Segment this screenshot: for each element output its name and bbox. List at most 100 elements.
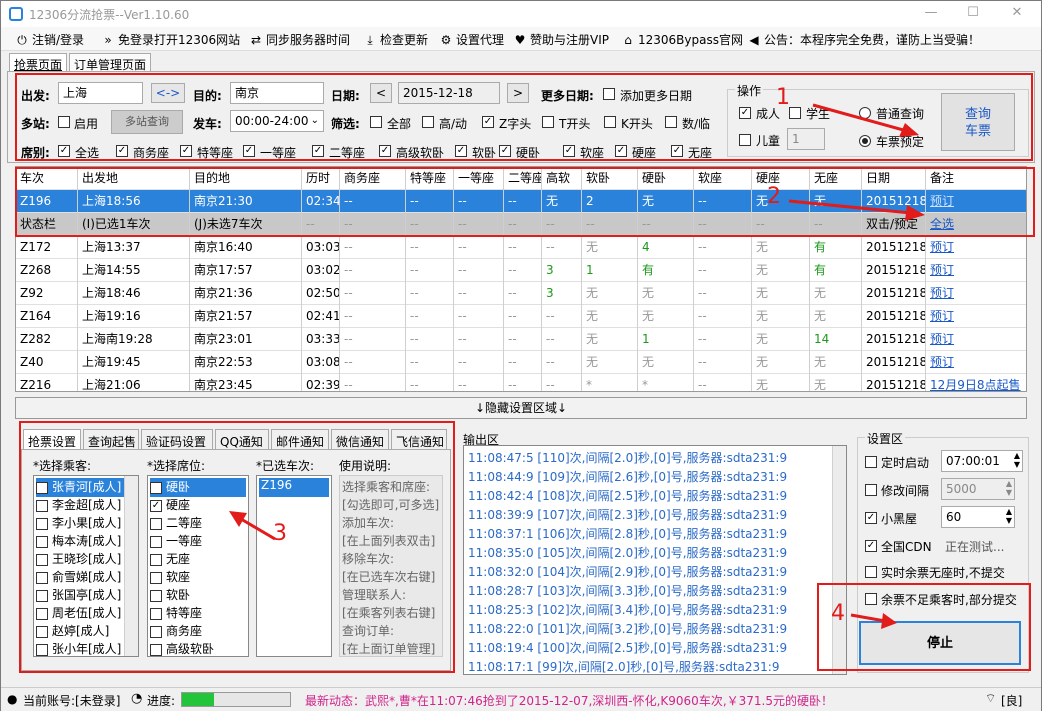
- blackroom-checkbox[interactable]: [865, 512, 877, 524]
- open-site-label: 免登录打开12306网站: [118, 33, 241, 47]
- proxy-menu[interactable]: ⚙ 设置代理: [439, 31, 504, 49]
- table-cell: --: [504, 328, 542, 351]
- settings-tab[interactable]: 抢票设置: [23, 429, 81, 449]
- stepper-icon: ▲ ▼: [1013, 451, 1020, 469]
- seat-type-checkbox[interactable]: [312, 145, 324, 157]
- settings-tab[interactable]: 查询起售: [83, 429, 139, 449]
- seat-type-checkbox[interactable]: [58, 145, 70, 157]
- sync-time-menu[interactable]: ⇄ 同步服务器时间: [249, 31, 350, 49]
- table-row[interactable]: Z216 上海21:06 南京23:45 02:39 -- -- -- -- -- * * -- 无无 2…: [16, 374, 1026, 391]
- filter-checkbox[interactable]: [542, 116, 554, 128]
- log-line: 11:08:47:5 [110]次,间隔[2.0]秒,[0]号,服务器:sdta…: [468, 451, 788, 465]
- wifi-icon: ⌔: [985, 691, 997, 705]
- settings-tab[interactable]: 微信通知: [331, 429, 389, 449]
- book-link[interactable]: 预订: [926, 305, 1026, 328]
- table-cell: 无: [752, 328, 810, 351]
- table-row[interactable]: Z172 上海13:37 南京16:40 03:03 -- -- -- -- -- 无 4 -- 无有 2…: [16, 236, 1026, 259]
- seat-type-checkbox[interactable]: [180, 145, 192, 157]
- table-row[interactable]: Z164 上海19:16 南京21:57 02:41 -- -- -- -- -- 无无 -- 无无 2…: [16, 305, 1026, 328]
- table-cell: 20151218: [862, 305, 926, 328]
- filter-checkbox[interactable]: [422, 116, 434, 128]
- table-cell: --: [504, 374, 542, 391]
- menu-bar: ⏻ 注销/登录 » 免登录打开12306网站 ⇄ 同步服务器时间 ⤓ 检查更新 ⚙ 设置代…: [1, 27, 1041, 51]
- table-cell: 无: [582, 351, 638, 374]
- sync-time-label: 同步服务器时间: [266, 33, 351, 47]
- hide-settings-toggle[interactable]: ↓隐藏设置区域↓: [15, 397, 1027, 419]
- book-link[interactable]: 12月9日8点起售: [926, 374, 1026, 391]
- seat-type-checkbox[interactable]: [116, 145, 128, 157]
- megaphone-icon: ◀: [749, 33, 759, 47]
- no-seat-checkbox[interactable]: [865, 566, 877, 578]
- book-link[interactable]: 预订: [926, 282, 1026, 305]
- progress-fill: [182, 693, 215, 706]
- login-menu[interactable]: ⏻ 注销/登录: [15, 31, 84, 49]
- seat-type-label: 全选: [75, 146, 100, 160]
- cdn-label: 全国CDN: [881, 540, 932, 554]
- table-row[interactable]: Z268 上海14:55 南京17:57 03:02 -- -- -- -- 3 1 有 -- 无有 20…: [16, 259, 1026, 282]
- interval-input[interactable]: 5000 ▲ ▼: [941, 478, 1015, 500]
- output-log[interactable]: 11:08:47:5 [110]次,间隔[2.0]秒,[0]号,服务器:sdta…: [463, 445, 847, 675]
- table-cell: 南京17:57: [190, 259, 302, 282]
- seat-type-checkbox[interactable]: [563, 145, 575, 157]
- table-cell: 无: [752, 351, 810, 374]
- seat-type-checkbox[interactable]: [379, 145, 391, 157]
- open-site-menu[interactable]: » 免登录打开12306网站: [101, 31, 240, 49]
- notice-menu[interactable]: ◀ 公告：本程序完全免费，谨防上当受骗！: [747, 31, 980, 49]
- settings-tab[interactable]: 飞信通知: [391, 429, 447, 449]
- maximize-button[interactable]: ☐: [965, 5, 981, 21]
- table-cell: --: [504, 259, 542, 282]
- filter-checkbox[interactable]: [482, 116, 494, 128]
- book-link[interactable]: 预订: [926, 259, 1026, 282]
- settings-tab[interactable]: 验证码设置: [141, 429, 213, 449]
- seat-type-label: 二等座: [329, 146, 366, 160]
- interval-checkbox[interactable]: [865, 484, 877, 496]
- seat-type-checkbox[interactable]: [615, 145, 627, 157]
- seat-type-checkbox[interactable]: [243, 145, 255, 157]
- cdn-checkbox[interactable]: [865, 540, 877, 552]
- table-cell: Z172: [16, 236, 78, 259]
- vip-menu[interactable]: ♥ 赞助与注册VIP: [513, 31, 609, 49]
- filter-checkbox[interactable]: [604, 116, 616, 128]
- table-cell: --: [340, 259, 406, 282]
- tab-orders[interactable]: 订单管理页面: [69, 53, 152, 72]
- settings-tab[interactable]: QQ通知: [215, 429, 269, 449]
- table-cell: --: [454, 351, 504, 374]
- table-cell: --: [406, 305, 454, 328]
- table-row[interactable]: Z92 上海18:46 南京21:36 02:50 -- -- -- -- 3 无无 -- 无无 201…: [16, 282, 1026, 305]
- bypass-menu[interactable]: ⌂ 12306Bypass官网: [621, 31, 743, 49]
- timer-input[interactable]: 07:00:01 ▲ ▼: [941, 450, 1023, 472]
- timer-checkbox[interactable]: [865, 456, 877, 468]
- seat-type-checkbox[interactable]: [499, 145, 511, 157]
- log-line: 11:08:17:1 [99]次,间隔[2.0]秒,[0]号,服务器:sdta2…: [468, 660, 780, 674]
- tab-grab[interactable]: 抢票页面: [9, 53, 68, 72]
- check-update-menu[interactable]: ⤓ 检查更新: [363, 31, 428, 49]
- annotation-arrow-2: [788, 199, 925, 221]
- seat-type-checkbox[interactable]: [455, 145, 467, 157]
- table-cell: 南京21:36: [190, 282, 302, 305]
- table-cell: --: [694, 374, 752, 391]
- proxy-label: 设置代理: [456, 33, 505, 47]
- table-cell: 上海南19:28: [78, 328, 190, 351]
- book-link[interactable]: 预订: [926, 351, 1026, 374]
- title-bar: 12306分流抢票--Ver1.10.60 — ☐ ✕: [1, 1, 1041, 27]
- table-cell: 无: [752, 305, 810, 328]
- seat-type-checkbox[interactable]: [671, 145, 683, 157]
- blackroom-input[interactable]: 60 ▲ ▼: [941, 506, 1015, 528]
- filter-checkbox[interactable]: [370, 116, 382, 128]
- book-link[interactable]: 预订: [926, 236, 1026, 259]
- log-line: 11:08:44:9 [109]次,间隔[2.6]秒,[0]号,服务器:sdta…: [468, 470, 788, 484]
- table-cell: 20151218: [862, 351, 926, 374]
- settings-tab[interactable]: 邮件通知: [271, 429, 329, 449]
- close-button[interactable]: ✕: [1009, 5, 1025, 21]
- table-cell: --: [406, 374, 454, 391]
- annotation-number-1: 1: [776, 85, 790, 110]
- book-link[interactable]: 预订: [926, 328, 1026, 351]
- filter-checkbox[interactable]: [665, 116, 677, 128]
- table-row[interactable]: Z40 上海19:45 南京22:53 03:08 -- -- -- -- -- 无无 -- 无无 20…: [16, 351, 1026, 374]
- home-icon: ⌂: [624, 33, 632, 47]
- table-cell: --: [542, 374, 582, 391]
- news-ticker[interactable]: 最新动态：武熙*,曹*在11:07:46抢到了2015-12-07,深圳西-怀化…: [305, 692, 833, 709]
- table-cell: 03:02: [302, 259, 340, 282]
- minimize-button[interactable]: —: [923, 5, 939, 21]
- table-row[interactable]: Z282 上海南19:28 南京23:01 03:33 -- -- -- -- -- 无 1 -- 无 1…: [16, 328, 1026, 351]
